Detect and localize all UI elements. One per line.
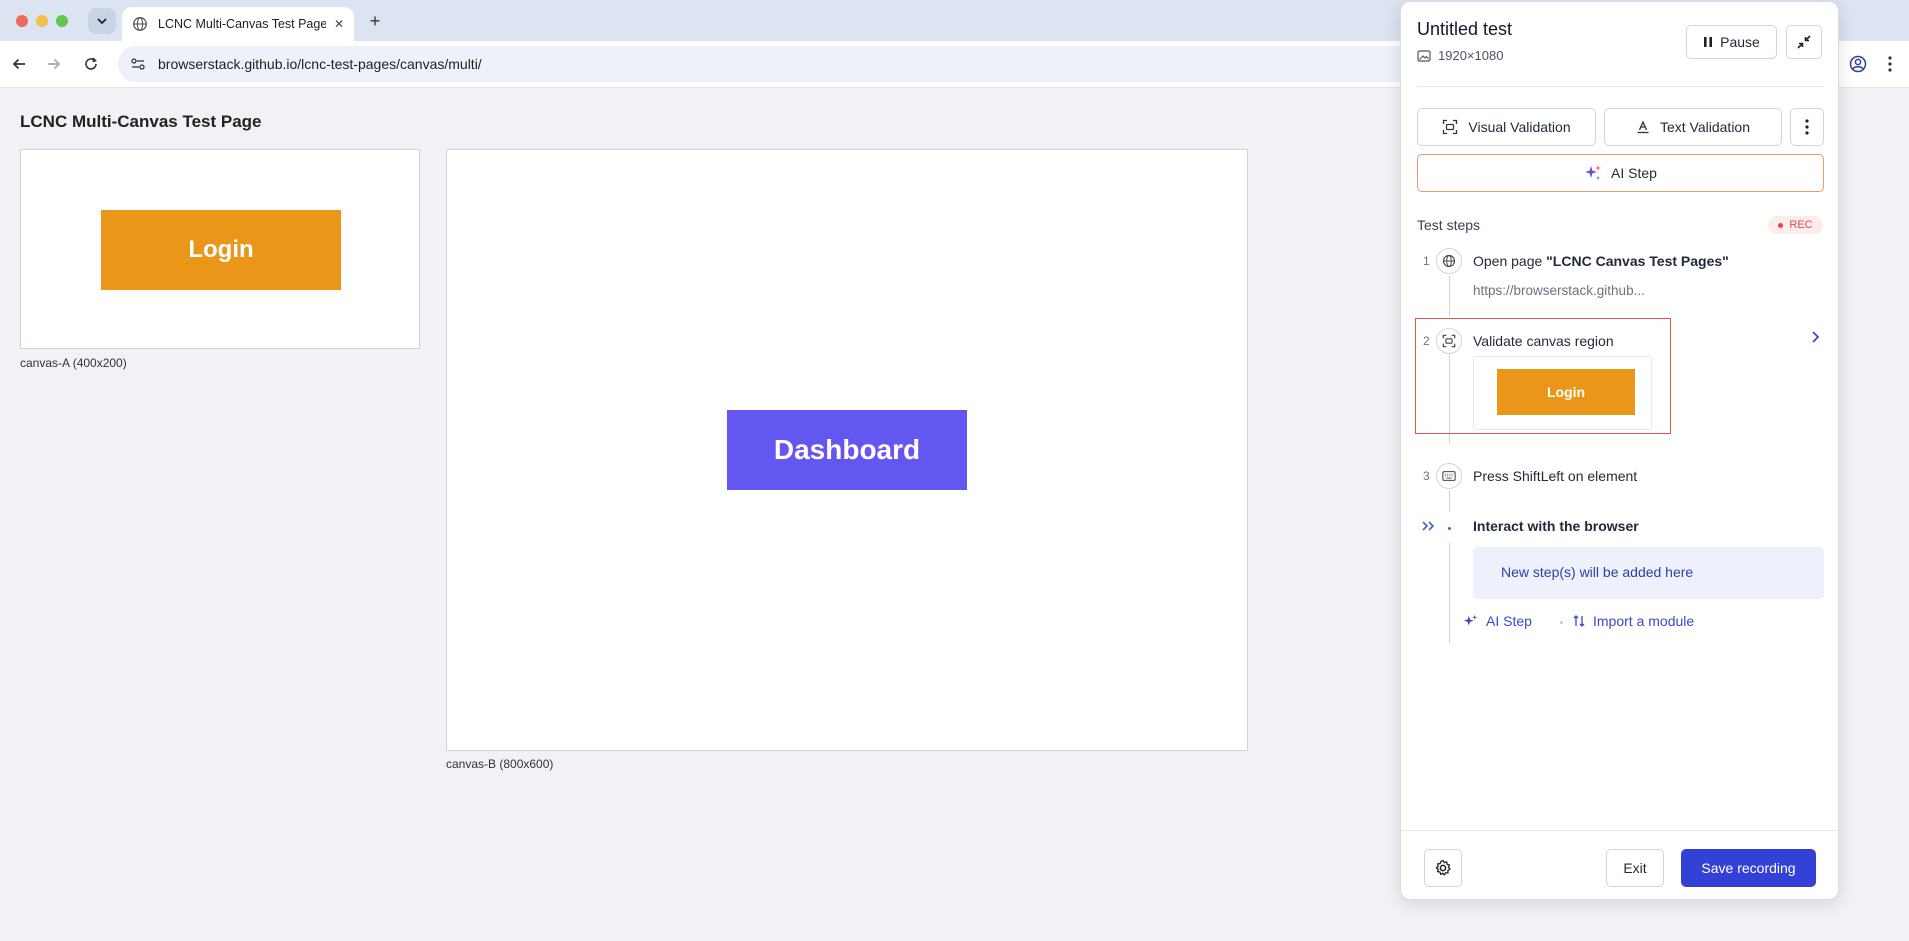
text-icon	[1636, 120, 1650, 134]
canvas-a-caption: canvas-A (400x200)	[20, 356, 127, 370]
resolution-label: 1920×1080	[1417, 48, 1503, 63]
step-url: https://browserstack.github...	[1473, 283, 1645, 298]
timeline-connector	[1449, 490, 1450, 512]
pause-button[interactable]: Pause	[1686, 25, 1777, 59]
collapse-button[interactable]	[1786, 25, 1822, 59]
page-title: LCNC Multi-Canvas Test Page	[20, 112, 262, 131]
chevron-down-icon	[97, 18, 107, 25]
more-options-button[interactable]	[1790, 108, 1824, 146]
tab-title: LCNC Multi-Canvas Test Page	[158, 17, 326, 31]
resolution-text: 1920×1080	[1438, 48, 1504, 63]
reload-button[interactable]	[80, 53, 102, 75]
gear-icon	[1435, 859, 1451, 876]
text-validation-button[interactable]: Text Validation	[1604, 108, 1782, 146]
forward-icon	[48, 58, 61, 70]
canvas-dashboard-button[interactable]: Dashboard	[727, 410, 967, 490]
chevron-right-icon[interactable]	[1809, 330, 1821, 344]
import-icon	[1573, 614, 1585, 628]
step-number: 2	[1423, 334, 1430, 348]
canvas-login-button[interactable]: Login	[101, 210, 341, 290]
ai-step-label: AI Step	[1611, 165, 1657, 181]
add-ai-step-link[interactable]: AI Step	[1463, 613, 1532, 629]
step-press-key[interactable]: Press ShiftLeft on element	[1473, 468, 1637, 484]
rec-dot	[1778, 222, 1784, 228]
ai-step-button[interactable]: AI Step	[1417, 154, 1824, 192]
timeline-connector	[1449, 543, 1450, 643]
new-tab-button[interactable]: +	[364, 10, 386, 32]
collapse-icon	[1797, 35, 1811, 49]
step-open-page[interactable]: Open page "LCNC Canvas Test Pages"	[1473, 253, 1729, 269]
globe-icon	[132, 16, 148, 32]
kebab-menu-icon[interactable]	[1882, 53, 1898, 75]
test-steps-heading: Test steps	[1417, 217, 1481, 233]
canvas-a[interactable]: Login	[20, 149, 420, 349]
test-title[interactable]: Untitled test	[1417, 19, 1512, 40]
step-open-page-prefix: Open page	[1473, 253, 1547, 269]
canvas-b[interactable]: Dashboard	[446, 149, 1248, 751]
reload-icon	[85, 57, 97, 70]
new-steps-text: New step(s) will be added here	[1501, 564, 1694, 580]
sparkle-icon	[1463, 614, 1478, 629]
browser-tab-active[interactable]: LCNC Multi-Canvas Test Page ✕	[122, 7, 354, 41]
site-settings-icon[interactable]	[130, 55, 148, 73]
pause-label: Pause	[1720, 34, 1760, 50]
pause-icon	[1703, 36, 1713, 48]
tab-search-button[interactable]	[88, 8, 116, 34]
timeline-connector	[1449, 276, 1450, 316]
visual-validation-button[interactable]: Visual Validation	[1417, 108, 1596, 146]
step-open-page-name: "LCNC Canvas Test Pages"	[1546, 253, 1729, 269]
rec-label: REC	[1789, 219, 1813, 231]
double-chevron-icon	[1421, 519, 1437, 533]
close-icon[interactable]: ✕	[334, 17, 344, 31]
visual-validation-label: Visual Validation	[1468, 119, 1571, 135]
sparkle-icon	[1584, 164, 1602, 182]
panel-divider	[1417, 86, 1824, 87]
step-validate-canvas[interactable]: Validate canvas region	[1473, 333, 1614, 349]
window-minimize-button[interactable]	[36, 15, 48, 27]
step-number: 1	[1423, 254, 1430, 268]
image-icon	[1417, 49, 1431, 63]
interact-heading: Interact with the browser	[1473, 518, 1639, 534]
thumbnail-login-button: Login	[1497, 369, 1635, 415]
canvas-b-caption: canvas-B (800x600)	[446, 757, 554, 771]
rec-badge: REC	[1768, 216, 1823, 234]
exit-button[interactable]: Exit	[1606, 849, 1664, 887]
text-validation-label: Text Validation	[1659, 119, 1750, 135]
step-number: 3	[1423, 469, 1430, 483]
profile-icon[interactable]	[1847, 53, 1869, 75]
import-module-link[interactable]: Import a module	[1573, 613, 1694, 629]
window-close-button[interactable]	[16, 15, 28, 27]
globe-icon	[1436, 248, 1462, 274]
url-text: browserstack.github.io/lcnc-test-pages/c…	[158, 56, 482, 72]
validation-thumbnail[interactable]: Login	[1473, 356, 1652, 430]
import-module-label: Import a module	[1593, 613, 1695, 629]
back-icon	[12, 58, 25, 70]
timeline-dot	[1448, 527, 1451, 530]
kebab-menu-icon	[1805, 119, 1809, 135]
frame-icon	[1436, 328, 1462, 354]
new-steps-placeholder: New step(s) will be added here	[1473, 547, 1824, 599]
footer-divider	[1401, 830, 1838, 831]
keyboard-icon	[1436, 463, 1462, 489]
forward-button[interactable]	[43, 53, 65, 75]
recorder-panel: Untitled test 1920×1080 Pause Visual Val…	[1400, 1, 1839, 900]
settings-button[interactable]	[1424, 849, 1462, 887]
link-separator	[1560, 621, 1563, 624]
frame-icon	[1442, 119, 1458, 135]
add-ai-step-label: AI Step	[1486, 613, 1532, 629]
back-button[interactable]	[8, 53, 30, 75]
save-recording-button[interactable]: Save recording	[1681, 849, 1816, 887]
window-maximize-button[interactable]	[56, 15, 68, 27]
